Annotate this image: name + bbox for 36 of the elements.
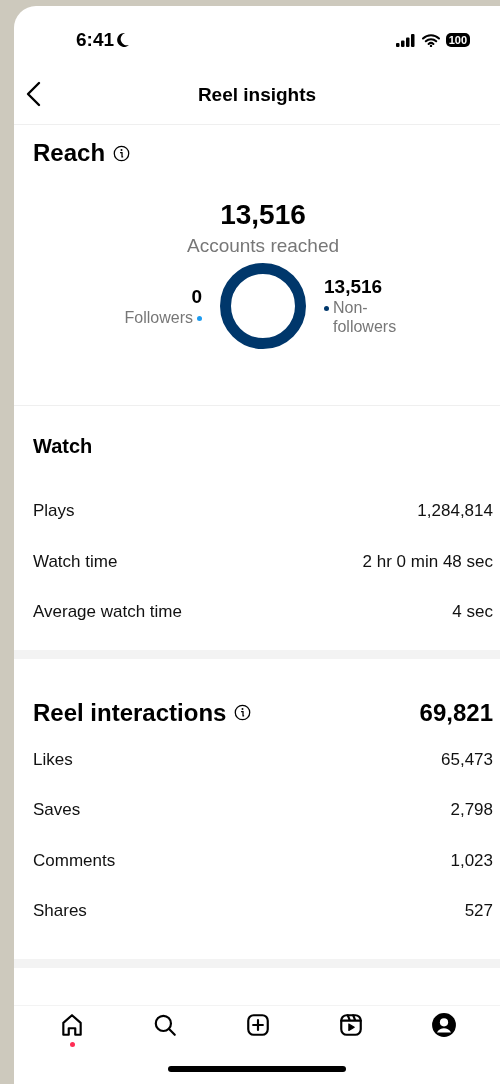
metric-value: 527	[464, 901, 493, 922]
moon-icon	[116, 32, 131, 48]
reach-label: Accounts reached	[186, 235, 340, 257]
status-time: 6:41	[76, 29, 131, 51]
metric-value: 65,473	[441, 749, 493, 770]
legend-label: Non-followers	[333, 298, 398, 336]
legend-value: 0	[191, 285, 202, 308]
metric-value: 1,284,814	[417, 501, 493, 522]
metric-value: 4 sec	[452, 602, 493, 623]
metric-label: Comments	[33, 850, 116, 871]
metric-label: Watch time	[33, 551, 118, 572]
search-icon	[152, 1012, 179, 1038]
signal-icon	[395, 33, 416, 47]
metric-label: Average watch time	[33, 602, 182, 623]
section-title: Reel interactions	[33, 698, 227, 727]
section-title: Watch	[33, 434, 93, 458]
metric-label: Shares	[33, 901, 87, 922]
metric-label: Likes	[33, 749, 73, 770]
page-title: Reel insights	[197, 84, 317, 106]
clapper-play-icon	[337, 1012, 364, 1038]
profile-icon	[430, 1012, 457, 1038]
metric-label: Plays	[33, 501, 75, 522]
reach-total: 13,516	[220, 199, 306, 231]
metric-value: 2,798	[450, 800, 493, 821]
metric-value: 1,023	[450, 850, 493, 871]
wifi-icon	[421, 33, 440, 47]
metric-label: Saves	[33, 800, 81, 821]
legend-label: Followers	[124, 307, 193, 327]
legend-value: 13,516	[324, 276, 383, 298]
info-icon[interactable]	[234, 704, 252, 721]
battery-level: 100	[445, 33, 470, 47]
section-title: Reach	[33, 139, 106, 167]
interactions-total: 69,821	[419, 698, 493, 727]
metric-value: 2 hr 0 min 48 sec	[362, 551, 493, 572]
plus-square-icon	[245, 1012, 271, 1038]
info-icon[interactable]	[113, 144, 131, 162]
